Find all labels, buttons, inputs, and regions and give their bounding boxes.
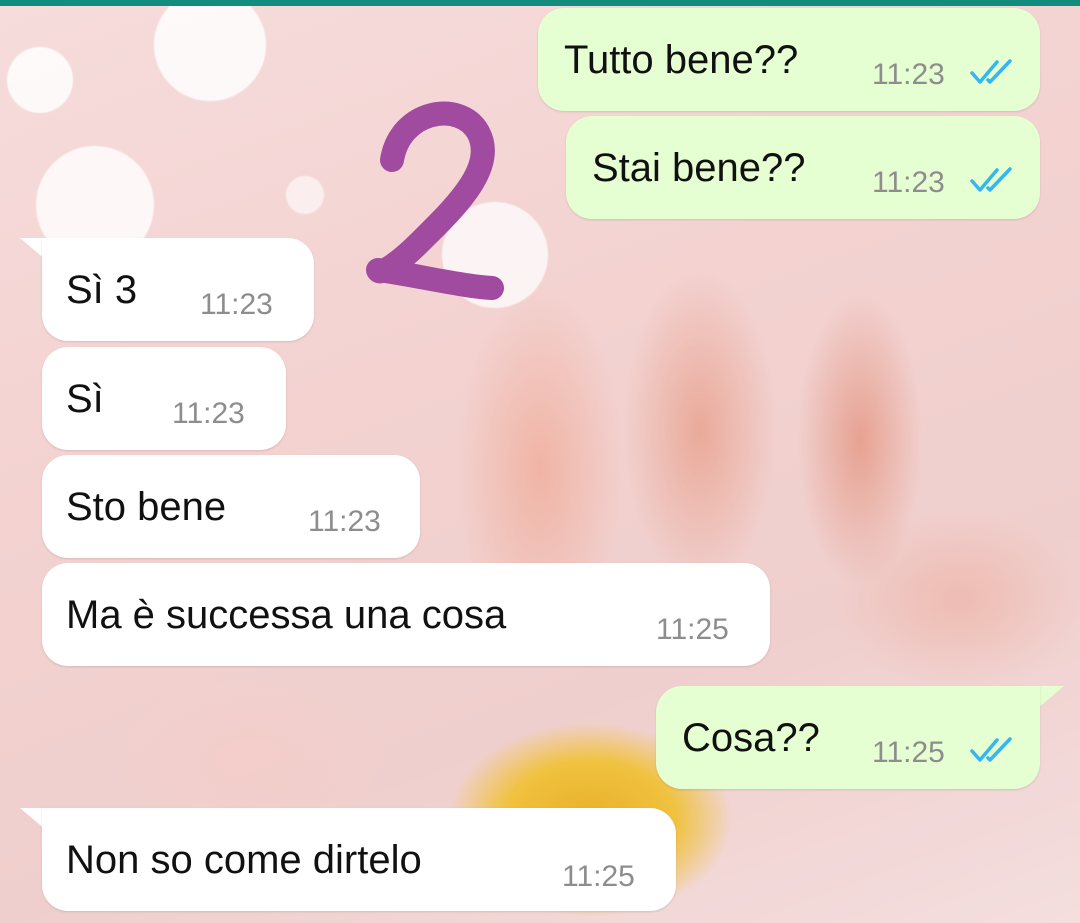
double-check-icon [970, 59, 1012, 84]
message-text: Ma è successa una cosa [66, 593, 507, 637]
handwritten-annotation [366, 101, 504, 300]
message-bubble-incoming[interactable]: Sì 11:23 [42, 347, 286, 450]
app-header-edge [0, 0, 1080, 6]
message-text: Sì [66, 377, 104, 421]
message-time: 11:25 [656, 613, 729, 646]
bubble-tail [1038, 686, 1064, 708]
double-check-icon [970, 167, 1012, 192]
double-check-icon [970, 737, 1012, 762]
message-bubble-incoming[interactable]: Sì 3 11:23 [42, 238, 314, 341]
message-text: Stai bene?? [592, 146, 806, 190]
message-time: 11:23 [200, 288, 273, 321]
message-bubble-incoming[interactable]: Ma è successa una cosa 11:25 [42, 563, 770, 666]
message-bubble-outgoing[interactable]: Cosa?? 11:25 [656, 686, 1040, 789]
message-time: 11:23 [872, 166, 945, 199]
message-bubble-incoming[interactable]: Non so come dirtelo 11:25 [42, 808, 676, 911]
message-bubble-outgoing[interactable]: Tutto bene?? 11:23 [538, 8, 1040, 111]
message-time: 11:25 [872, 736, 945, 769]
message-time: 11:23 [872, 58, 945, 91]
message-text: Sì 3 [66, 268, 138, 312]
message-bubble-incoming[interactable]: Sto bene 11:23 [42, 455, 420, 558]
message-time: 11:23 [172, 397, 245, 430]
message-bubble-outgoing[interactable]: Stai bene?? 11:23 [566, 116, 1040, 219]
message-time: 11:23 [308, 505, 381, 538]
message-text: Non so come dirtelo [66, 838, 422, 882]
message-text: Tutto bene?? [564, 38, 799, 82]
message-time: 11:25 [562, 860, 635, 893]
message-text: Cosa?? [682, 716, 820, 760]
message-text: Sto bene [66, 485, 227, 529]
